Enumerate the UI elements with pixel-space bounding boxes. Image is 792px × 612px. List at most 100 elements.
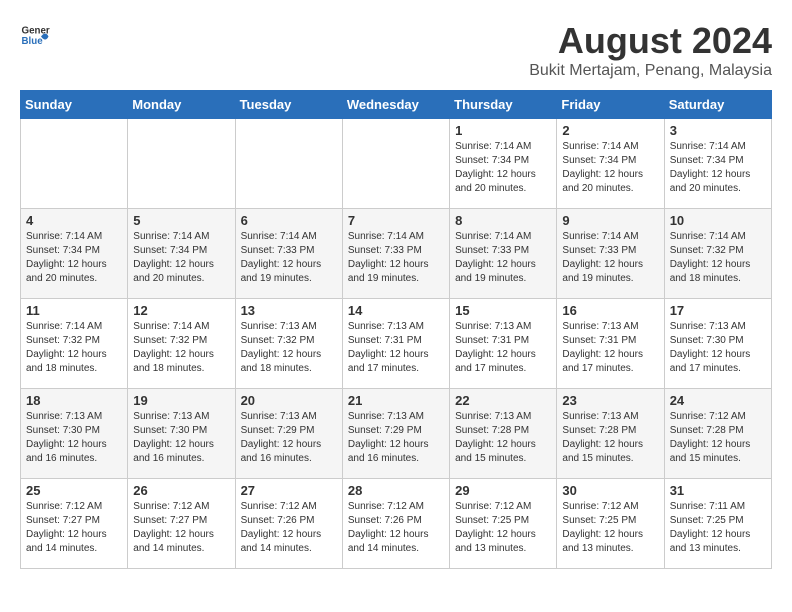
day-number: 21 bbox=[348, 393, 444, 408]
calendar-cell: 24Sunrise: 7:12 AM Sunset: 7:28 PM Dayli… bbox=[664, 389, 771, 479]
day-number: 28 bbox=[348, 483, 444, 498]
calendar-cell bbox=[235, 119, 342, 209]
day-number: 2 bbox=[562, 123, 658, 138]
header-sunday: Sunday bbox=[21, 91, 128, 119]
calendar-cell: 19 Sunrise: 7:13 AM Sunset: 7:30 PM Dayli… bbox=[128, 389, 235, 479]
calendar-cell: 28 Sunrise: 7:12 AM Sunset: 7:26 PM Dayli… bbox=[342, 479, 449, 569]
calendar-cell bbox=[21, 119, 128, 209]
logo: General Blue bbox=[20, 20, 50, 50]
day-info: Sunrise: 7:14 AM Sunset: 7:33 PM Dayligh… bbox=[241, 230, 337, 286]
day-number: 30 bbox=[562, 483, 658, 498]
day-number: 3 bbox=[670, 123, 766, 138]
page-header: General Blue August 2024 Bukit Mertajam,… bbox=[20, 20, 772, 80]
day-info: Sunrise: 7:14 AM Sunset: 7:33 PM Dayligh… bbox=[348, 230, 444, 286]
calendar-cell: 18Sunrise: 7:13 AM Sunset: 7:30 PM Dayli… bbox=[21, 389, 128, 479]
day-number: 6 bbox=[241, 213, 337, 228]
calendar-cell: 16 Sunrise: 7:13 AM Sunset: 7:31 PM Dayli… bbox=[557, 299, 664, 389]
calendar-cell: 27 Sunrise: 7:12 AM Sunset: 7:26 PM Dayli… bbox=[235, 479, 342, 569]
day-number: 27 bbox=[241, 483, 337, 498]
day-info: Sunrise: 7:14 AM Sunset: 7:32 PM Dayligh… bbox=[26, 320, 122, 376]
week-row-1: 4 Sunrise: 7:14 AM Sunset: 7:34 PM Daylig… bbox=[21, 209, 772, 299]
day-info: Sunrise: 7:13 AM Sunset: 7:30 PM Dayligh… bbox=[133, 410, 229, 466]
calendar-title: August 2024 bbox=[529, 20, 772, 62]
calendar-cell: 17 Sunrise: 7:13 AM Sunset: 7:30 PM Dayli… bbox=[664, 299, 771, 389]
day-number: 24 bbox=[670, 393, 766, 408]
day-number: 12 bbox=[133, 303, 229, 318]
day-number: 10 bbox=[670, 213, 766, 228]
day-info: Sunrise: 7:14 AM Sunset: 7:34 PM Dayligh… bbox=[455, 140, 551, 196]
calendar-cell: 7 Sunrise: 7:14 AM Sunset: 7:33 PM Daylig… bbox=[342, 209, 449, 299]
day-info: Sunrise: 7:14 AM Sunset: 7:34 PM Dayligh… bbox=[562, 140, 658, 196]
calendar-cell: 21 Sunrise: 7:13 AM Sunset: 7:29 PM Dayli… bbox=[342, 389, 449, 479]
calendar-cell: 23 Sunrise: 7:13 AM Sunset: 7:28 PM Dayli… bbox=[557, 389, 664, 479]
day-number: 17 bbox=[670, 303, 766, 318]
day-info: Sunrise: 7:14 AM Sunset: 7:32 PM Dayligh… bbox=[133, 320, 229, 376]
calendar-cell: 9Sunrise: 7:14 AM Sunset: 7:33 PM Daylig… bbox=[557, 209, 664, 299]
day-info: Sunrise: 7:13 AM Sunset: 7:31 PM Dayligh… bbox=[562, 320, 658, 376]
day-number: 5 bbox=[133, 213, 229, 228]
day-info: Sunrise: 7:14 AM Sunset: 7:33 PM Dayligh… bbox=[455, 230, 551, 286]
day-number: 14 bbox=[348, 303, 444, 318]
calendar-cell: 1 Sunrise: 7:14 AM Sunset: 7:34 PM Daylig… bbox=[450, 119, 557, 209]
calendar-cell: 14 Sunrise: 7:13 AM Sunset: 7:31 PM Dayli… bbox=[342, 299, 449, 389]
calendar-cell: 5 Sunrise: 7:14 AM Sunset: 7:34 PM Daylig… bbox=[128, 209, 235, 299]
calendar-cell bbox=[128, 119, 235, 209]
calendar-cell: 29 Sunrise: 7:12 AM Sunset: 7:25 PM Dayli… bbox=[450, 479, 557, 569]
day-number: 19 bbox=[133, 393, 229, 408]
day-info: Sunrise: 7:13 AM Sunset: 7:28 PM Dayligh… bbox=[455, 410, 551, 466]
day-number: 29 bbox=[455, 483, 551, 498]
day-info: Sunrise: 7:13 AM Sunset: 7:31 PM Dayligh… bbox=[348, 320, 444, 376]
calendar-subtitle: Bukit Mertajam, Penang, Malaysia bbox=[529, 62, 772, 80]
day-info: Sunrise: 7:13 AM Sunset: 7:31 PM Dayligh… bbox=[455, 320, 551, 376]
calendar-cell: 6 Sunrise: 7:14 AM Sunset: 7:33 PM Daylig… bbox=[235, 209, 342, 299]
header-saturday: Saturday bbox=[664, 91, 771, 119]
day-info: Sunrise: 7:14 AM Sunset: 7:34 PM Dayligh… bbox=[26, 230, 122, 286]
day-info: Sunrise: 7:12 AM Sunset: 7:26 PM Dayligh… bbox=[348, 500, 444, 556]
day-info: Sunrise: 7:14 AM Sunset: 7:34 PM Dayligh… bbox=[133, 230, 229, 286]
calendar-cell: 25 Sunrise: 7:12 AM Sunset: 7:27 PM Dayli… bbox=[21, 479, 128, 569]
day-number: 23 bbox=[562, 393, 658, 408]
calendar-cell: 31Sunrise: 7:11 AM Sunset: 7:25 PM Dayli… bbox=[664, 479, 771, 569]
day-number: 7 bbox=[348, 213, 444, 228]
calendar-cell: 12 Sunrise: 7:14 AM Sunset: 7:32 PM Dayli… bbox=[128, 299, 235, 389]
day-number: 18 bbox=[26, 393, 122, 408]
day-info: Sunrise: 7:14 AM Sunset: 7:34 PM Dayligh… bbox=[670, 140, 766, 196]
calendar-cell: 30Sunrise: 7:12 AM Sunset: 7:25 PM Dayli… bbox=[557, 479, 664, 569]
day-info: Sunrise: 7:12 AM Sunset: 7:25 PM Dayligh… bbox=[455, 500, 551, 556]
header-thursday: Thursday bbox=[450, 91, 557, 119]
calendar-cell: 22 Sunrise: 7:13 AM Sunset: 7:28 PM Dayli… bbox=[450, 389, 557, 479]
week-row-2: 11Sunrise: 7:14 AM Sunset: 7:32 PM Dayli… bbox=[21, 299, 772, 389]
header-tuesday: Tuesday bbox=[235, 91, 342, 119]
calendar-cell: 26 Sunrise: 7:12 AM Sunset: 7:27 PM Dayli… bbox=[128, 479, 235, 569]
calendar-cell: 4 Sunrise: 7:14 AM Sunset: 7:34 PM Daylig… bbox=[21, 209, 128, 299]
logo-icon: General Blue bbox=[20, 20, 50, 50]
day-number: 16 bbox=[562, 303, 658, 318]
day-number: 4 bbox=[26, 213, 122, 228]
calendar-cell: 15 Sunrise: 7:13 AM Sunset: 7:31 PM Dayli… bbox=[450, 299, 557, 389]
header-wednesday: Wednesday bbox=[342, 91, 449, 119]
day-info: Sunrise: 7:13 AM Sunset: 7:32 PM Dayligh… bbox=[241, 320, 337, 376]
day-number: 1 bbox=[455, 123, 551, 138]
week-row-3: 18 Sunrise: 7:13 AM Sunset: 7:30 PM Dayli… bbox=[21, 389, 772, 479]
day-info: Sunrise: 7:12 AM Sunset: 7:27 PM Dayligh… bbox=[133, 500, 229, 556]
calendar-cell: 8Sunrise: 7:14 AM Sunset: 7:33 PM Daylig… bbox=[450, 209, 557, 299]
calendar-cell: 2 Sunrise: 7:14 AM Sunset: 7:34 PM Daylig… bbox=[557, 119, 664, 209]
day-info: Sunrise: 7:14 AM Sunset: 7:32 PM Dayligh… bbox=[670, 230, 766, 286]
day-info: Sunrise: 7:13 AM Sunset: 7:30 PM Dayligh… bbox=[670, 320, 766, 376]
day-number: 22 bbox=[455, 393, 551, 408]
calendar-cell bbox=[342, 119, 449, 209]
day-info: Sunrise: 7:12 AM Sunset: 7:26 PM Dayligh… bbox=[241, 500, 337, 556]
day-info: Sunrise: 7:12 AM Sunset: 7:27 PM Dayligh… bbox=[26, 500, 122, 556]
week-row-4: 25 Sunrise: 7:12 AM Sunset: 7:27 PM Dayli… bbox=[21, 479, 772, 569]
calendar-cell: 3 Sunrise: 7:14 AM Sunset: 7:34 PM Daylig… bbox=[664, 119, 771, 209]
header-friday: Friday bbox=[557, 91, 664, 119]
day-number: 25 bbox=[26, 483, 122, 498]
day-number: 15 bbox=[455, 303, 551, 318]
day-info: Sunrise: 7:13 AM Sunset: 7:28 PM Dayligh… bbox=[562, 410, 658, 466]
day-info: Sunrise: 7:13 AM Sunset: 7:29 PM Dayligh… bbox=[348, 410, 444, 466]
day-number: 13 bbox=[241, 303, 337, 318]
calendar-cell: 10 Sunrise: 7:14 AM Sunset: 7:32 PM Dayli… bbox=[664, 209, 771, 299]
day-number: 20 bbox=[241, 393, 337, 408]
day-number: 26 bbox=[133, 483, 229, 498]
title-block: August 2024 Bukit Mertajam, Penang, Mala… bbox=[529, 20, 772, 80]
